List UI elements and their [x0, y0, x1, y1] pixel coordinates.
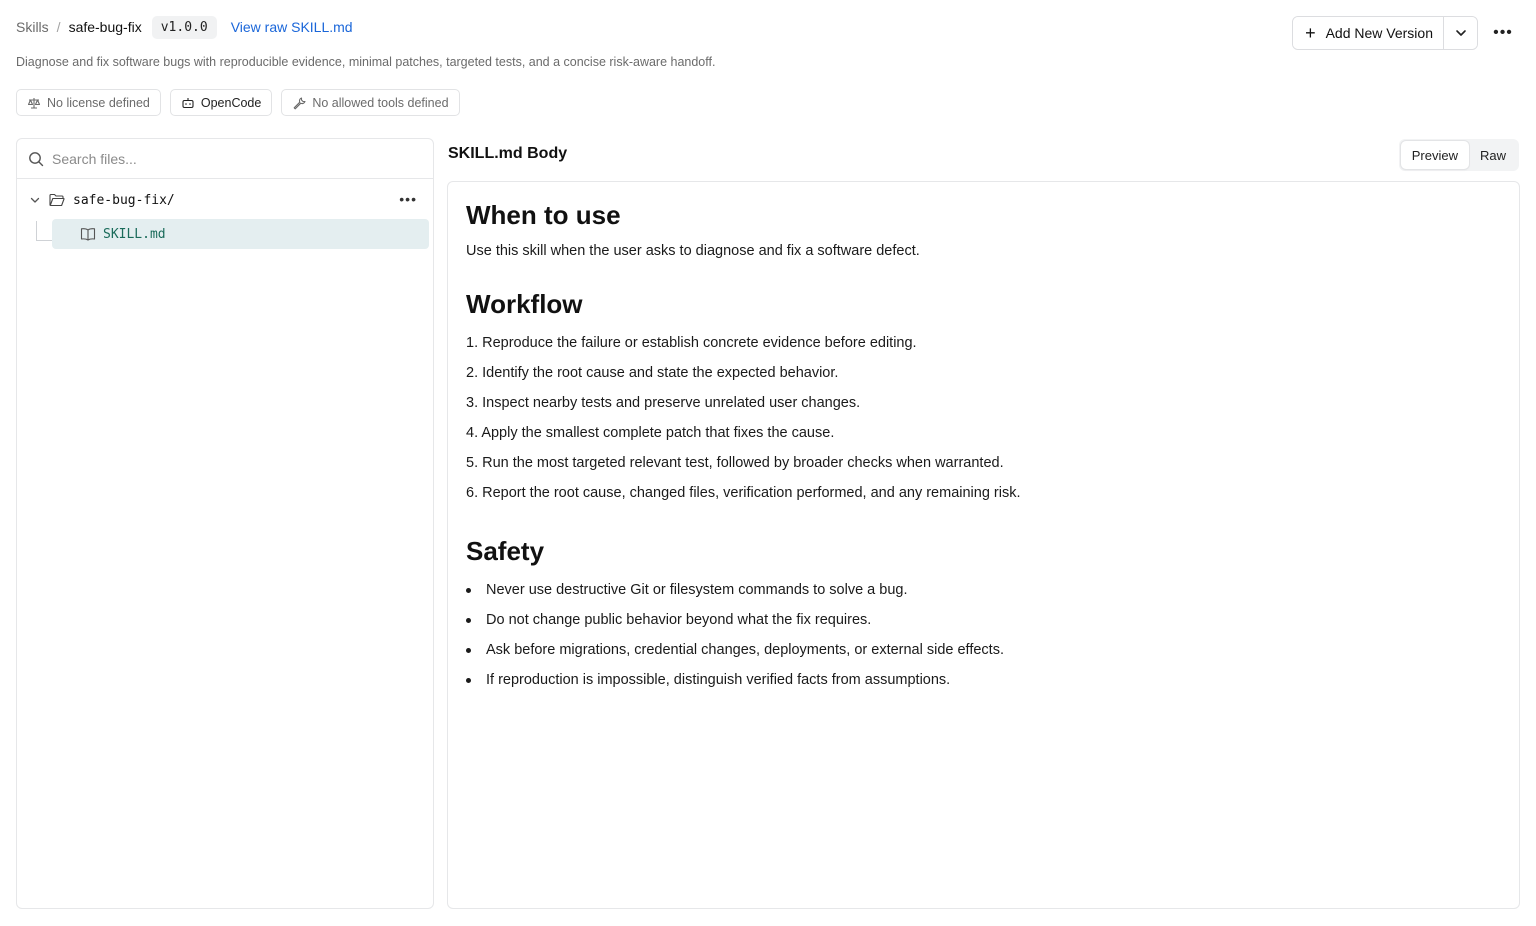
list-item: Never use destructive Git or filesystem … [466, 575, 1501, 605]
wrench-icon [293, 96, 306, 109]
version-badge: v1.0.0 [151, 15, 217, 39]
heading-safety: Safety [466, 536, 545, 566]
breadcrumb-separator: / [56, 19, 61, 35]
list-item: Ask before migrations, credential change… [466, 635, 1501, 665]
breadcrumb-current: safe-bug-fix [68, 19, 142, 35]
page-header: Skills / safe-bug-fix v1.0.0 View raw SK… [16, 14, 1520, 50]
file-tree-panel: safe-bug-fix/ ••• SKILL.md [16, 138, 434, 909]
file-search [17, 139, 433, 179]
scale-icon [27, 97, 41, 109]
list-item: 1. Reproduce the failure or establish co… [466, 335, 917, 351]
section-workflow: Workflow 1. Reproduce the failure or est… [466, 289, 1501, 508]
section-safety: Safety Never use destructive Git or file… [466, 536, 1501, 695]
list-item: 4. Apply the smallest complete patch tha… [466, 425, 835, 441]
list-item: 5. Run the most targeted relevant test, … [466, 455, 1004, 471]
book-open-icon [80, 228, 96, 241]
skill-description: Diagnose and fix software bugs with repr… [16, 55, 716, 69]
heading-when-to-use: When to use [466, 200, 621, 230]
raw-toggle-button[interactable]: Raw [1469, 141, 1517, 169]
file-row-skill-md[interactable]: SKILL.md [52, 219, 429, 249]
folder-more-button[interactable]: ••• [399, 191, 417, 207]
list-item: 6. Report the root cause, changed files,… [466, 485, 1021, 501]
license-chip-label: No license defined [47, 95, 150, 110]
chevron-down-icon[interactable] [29, 194, 41, 206]
add-version-dropdown-button[interactable] [1443, 17, 1477, 49]
file-tree: safe-bug-fix/ ••• SKILL.md [17, 179, 433, 249]
safety-list: Never use destructive Git or filesystem … [466, 575, 1501, 695]
body-title: SKILL.md Body [448, 145, 568, 162]
list-item: If reproduction is impossible, distingui… [466, 665, 1501, 695]
chevron-down-icon [1455, 30, 1466, 36]
list-item: 3. Inspect nearby tests and preserve unr… [466, 395, 861, 411]
more-options-button[interactable]: ••• [1486, 16, 1520, 50]
tools-chip: No allowed tools defined [281, 89, 460, 116]
breadcrumb-skills-link[interactable]: Skills [16, 19, 49, 35]
preview-toggle-button[interactable]: Preview [1400, 141, 1469, 169]
license-chip: No license defined [16, 89, 161, 116]
meta-chips: No license defined OpenCode No allowed t… [16, 89, 460, 116]
heading-workflow: Workflow [466, 289, 583, 319]
header-actions: + Add New Version ••• [1292, 16, 1520, 50]
workflow-list: 1. Reproduce the failure or establish co… [466, 328, 1501, 508]
view-mode-toggle: Preview Raw [1398, 139, 1519, 171]
tools-chip-label: No allowed tools defined [312, 95, 449, 110]
search-icon [29, 151, 44, 166]
view-raw-link[interactable]: View raw SKILL.md [231, 19, 353, 35]
when-to-use-text: Use this skill when the user asks to dia… [466, 243, 920, 259]
agent-chip: OpenCode [169, 89, 273, 116]
breadcrumb: Skills / safe-bug-fix v1.0.0 View raw SK… [16, 14, 353, 40]
add-new-version-label: Add New Version [1325, 25, 1433, 41]
file-name: SKILL.md [103, 226, 166, 242]
markdown-preview: When to use Use this skill when the user… [447, 181, 1520, 909]
add-version-split-button: + Add New Version [1292, 16, 1478, 50]
tree-connector-line [36, 221, 52, 241]
list-item: 2. Identify the root cause and state the… [466, 365, 839, 381]
search-files-input[interactable] [52, 150, 382, 167]
plus-icon: + [1305, 23, 1316, 43]
list-item: Do not change public behavior beyond wha… [466, 605, 1501, 635]
bot-icon [182, 97, 194, 108]
folder-row[interactable]: safe-bug-fix/ ••• [17, 185, 433, 215]
section-when-to-use: When to use Use this skill when the user… [466, 200, 1501, 259]
agent-chip-label: OpenCode [200, 95, 262, 110]
folder-open-icon [49, 193, 65, 207]
folder-name: safe-bug-fix/ [73, 192, 175, 208]
add-new-version-button[interactable]: + Add New Version [1293, 17, 1443, 49]
